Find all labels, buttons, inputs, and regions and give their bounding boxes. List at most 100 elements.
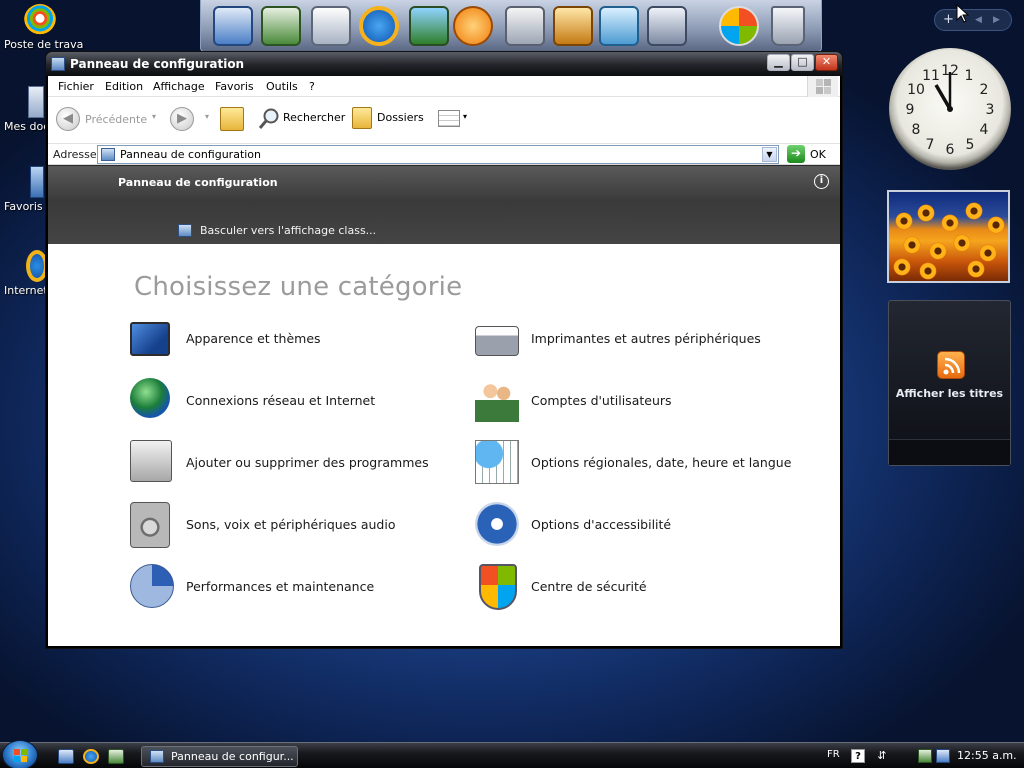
go-arrow-icon[interactable]: ➔	[787, 145, 805, 163]
back-history-chevron-icon[interactable]: ▾	[152, 112, 156, 121]
maximize-button[interactable]: □	[791, 54, 814, 71]
menu-help[interactable]: ?	[309, 80, 315, 93]
folder-up-icon[interactable]	[220, 107, 244, 131]
menu-favoris[interactable]: Favoris	[215, 80, 254, 93]
notepad-icon[interactable]	[311, 6, 351, 46]
svg-text:3: 3	[986, 102, 995, 118]
gadget-footer	[889, 439, 1010, 465]
image-viewer-icon[interactable]	[409, 6, 449, 46]
category-view: Choisissez une catégorie Apparence et th…	[48, 244, 840, 646]
menu-bar: Fichier Edition Affichage Favoris Outils…	[48, 76, 840, 97]
start-button[interactable]	[2, 740, 38, 768]
menu-outils[interactable]: Outils	[266, 80, 298, 93]
address-field[interactable]: Panneau de configuration ▼	[97, 145, 779, 164]
category-label: Centre de sécurité	[531, 579, 647, 594]
paint-icon[interactable]	[553, 6, 593, 46]
address-value: Panneau de configuration	[120, 148, 262, 161]
taskbar-button-control-panel[interactable]: Panneau de configur...	[141, 746, 298, 767]
desktop-icon-label: Poste de travail	[4, 38, 84, 51]
control-panel-icon	[150, 750, 164, 763]
taskbar-button-label: Panneau de configur...	[171, 750, 294, 763]
media-player-icon[interactable]	[453, 6, 493, 46]
close-button[interactable]: ✕	[815, 54, 838, 71]
menu-edition[interactable]: Edition	[105, 80, 143, 93]
task-pane-title: Panneau de configuration	[118, 176, 278, 189]
svg-text:7: 7	[926, 137, 935, 153]
svg-text:5: 5	[966, 137, 975, 153]
notes-icon[interactable]	[599, 6, 639, 46]
rss-feed-icon	[937, 351, 965, 379]
network-places-icon[interactable]	[261, 6, 301, 46]
user-accounts-icon	[475, 378, 519, 422]
internet-explorer-icon[interactable]	[359, 6, 399, 46]
task-pane-header: Panneau de configuration i Basculer vers…	[48, 165, 840, 244]
forward-arrow-icon[interactable]: ▶	[170, 107, 194, 131]
search-icon[interactable]	[258, 107, 280, 131]
slideshow-gadget[interactable]	[887, 190, 1010, 283]
back-button-label[interactable]: Précédente	[85, 113, 147, 126]
feed-headlines-gadget[interactable]: Afficher les titres	[888, 300, 1011, 466]
minimize-button[interactable]: ▁	[767, 54, 790, 71]
mouse-cursor-icon	[956, 4, 969, 23]
network-places-icon[interactable]	[108, 749, 124, 764]
application-dock	[200, 0, 822, 52]
previous-page-icon[interactable]: ◀	[975, 15, 982, 25]
svg-text:4: 4	[980, 122, 989, 138]
appearance-themes-icon	[130, 322, 170, 356]
network-connections-icon	[130, 378, 170, 418]
address-label: Adresse	[53, 148, 97, 161]
printers-icon	[475, 326, 519, 356]
my-documents-icon	[28, 86, 44, 118]
show-headlines-label[interactable]: Afficher les titres	[889, 387, 1010, 400]
clock-face: 12 12 345 678 91011	[906, 63, 995, 158]
classic-view-icon	[178, 224, 192, 237]
menu-fichier[interactable]: Fichier	[58, 80, 94, 93]
svg-text:9: 9	[906, 102, 915, 118]
show-desktop-icon[interactable]	[58, 749, 74, 764]
switch-classic-view-link[interactable]: Basculer vers l'affichage class...	[200, 224, 376, 237]
network-computer-icon[interactable]	[213, 6, 253, 46]
category-label: Options régionales, date, heure et langu…	[531, 455, 792, 470]
forward-history-chevron-icon[interactable]: ▾	[205, 112, 209, 121]
next-page-icon[interactable]: ▶	[993, 15, 1000, 25]
folders-button-label[interactable]: Dossiers	[377, 111, 424, 124]
back-arrow-icon[interactable]: ◀	[56, 107, 80, 131]
add-gadget-button[interactable]: +	[943, 12, 954, 27]
search-button-label[interactable]: Rechercher	[283, 111, 345, 124]
menu-affichage[interactable]: Affichage	[153, 80, 205, 93]
windows-flag-icon	[807, 76, 838, 97]
network-status-icon[interactable]	[918, 749, 932, 763]
category-label: Performances et maintenance	[186, 579, 375, 594]
calculator-icon[interactable]	[505, 6, 545, 46]
clock-gadget[interactable]: 12 1 2 345 678 9 10 11	[889, 48, 1011, 170]
control-panel-icon	[101, 148, 115, 161]
folders-icon[interactable]	[352, 107, 372, 129]
info-icon[interactable]: i	[814, 174, 829, 189]
system-disk-icon[interactable]	[647, 6, 687, 46]
favorites-icon	[30, 166, 44, 198]
svg-text:1: 1	[965, 68, 974, 84]
address-bar: Adresse Panneau de configuration ▼ ➔ OK	[48, 144, 840, 165]
desktop-icon-my-computer[interactable]: Poste de travail	[0, 4, 84, 51]
windows-logo-icon[interactable]	[719, 6, 759, 46]
category-label: Imprimantes et autres périphériques	[531, 331, 761, 346]
taskbar-clock[interactable]: 12:55 a.m.	[957, 749, 1017, 762]
control-panel-window: Panneau de configuration ▁ □ ✕ Fichier E…	[45, 51, 843, 649]
taskbar: Panneau de configur... FR ? ⇵ 12:55 a.m.	[0, 740, 1024, 768]
internet-explorer-icon[interactable]	[83, 749, 99, 764]
views-icon[interactable]	[438, 110, 460, 127]
views-chevron-icon[interactable]: ▾	[463, 112, 467, 121]
go-button-label[interactable]: OK	[810, 148, 826, 161]
recycle-bin-icon[interactable]	[771, 6, 805, 46]
category-label: Ajouter ou supprimer des programmes	[186, 455, 429, 470]
language-indicator[interactable]: FR	[827, 749, 840, 760]
svg-text:8: 8	[912, 122, 921, 138]
svg-text:11: 11	[922, 68, 940, 84]
safely-remove-hardware-icon[interactable]: ⇵	[875, 749, 889, 763]
address-dropdown-icon[interactable]: ▼	[762, 147, 777, 162]
window-titlebar[interactable]: Panneau de configuration ▁ □ ✕	[46, 52, 842, 76]
help-icon[interactable]: ?	[851, 749, 865, 763]
hour-hand	[934, 84, 952, 110]
network-connection-icon[interactable]	[936, 749, 950, 763]
category-label: Comptes d'utilisateurs	[531, 393, 672, 408]
